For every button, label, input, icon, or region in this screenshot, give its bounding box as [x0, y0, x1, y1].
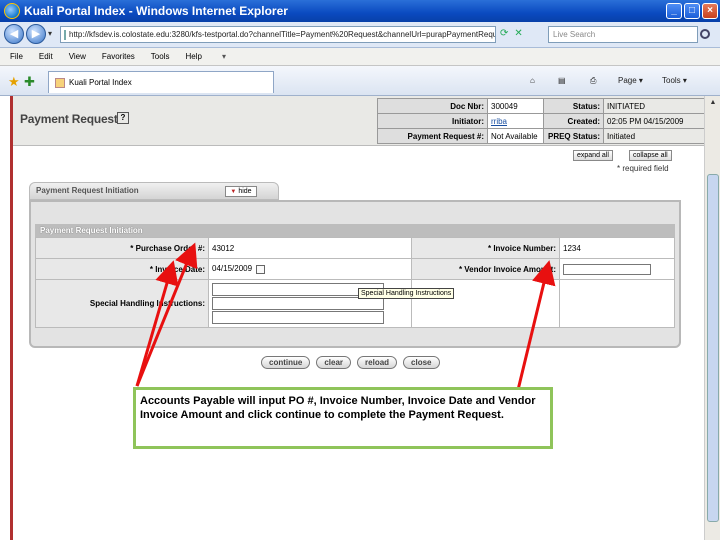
invoice-date-cell: 04/15/2009 [208, 258, 412, 280]
back-button[interactable]: ◀ [4, 24, 24, 44]
initiator-value[interactable]: rriba [487, 113, 544, 129]
info-row: Payment Request #: Not Available PREQ St… [377, 128, 704, 144]
internet-explorer-icon [4, 3, 20, 19]
special-handling-tooltip: Special Handling Instructions [358, 288, 455, 299]
purchase-order-label: * Purchase Order #: [35, 237, 209, 259]
info-row: Doc Nbr: 300049 Status: INITIATED [377, 98, 704, 114]
required-field-note: * required field [617, 164, 669, 173]
maximize-button[interactable]: □ [684, 3, 700, 19]
action-buttons: continue clear reload close [261, 356, 440, 369]
initiation-form: * Purchase Order #: 43012 * Invoice Numb… [35, 237, 675, 328]
special-handling-cell [208, 279, 412, 328]
document-header: Payment Request ? Doc Nbr: 300049 Status… [13, 96, 704, 146]
document-info-table: Doc Nbr: 300049 Status: INITIATED Initia… [377, 98, 704, 144]
empty-cell [559, 279, 675, 328]
search-icon[interactable] [700, 29, 710, 39]
hide-button[interactable]: ▼ hide [225, 186, 257, 197]
favorites-star-icon[interactable]: ★ [8, 74, 20, 90]
page-menu-button[interactable]: Page ▾ [618, 76, 643, 85]
close-window-button[interactable]: × [702, 3, 718, 19]
collapse-all-button[interactable]: collapse all [629, 150, 672, 161]
continue-button[interactable]: continue [261, 356, 311, 369]
preq-status-label: PREQ Status: [543, 128, 604, 144]
initiator-label: Initiator: [377, 113, 488, 129]
minimize-button[interactable]: _ [666, 3, 682, 19]
url-text: http://kfsdev.is.colostate.edu:3280/kfs-… [69, 30, 496, 39]
form-row: * Invoice Date: 04/15/2009 * Vendor Invo… [35, 258, 675, 280]
page-title: Payment Request [20, 112, 118, 126]
doc-nbr-value: 300049 [487, 98, 544, 114]
section-title: Payment Request Initiation [35, 224, 675, 237]
tab-label: Kuali Portal Index [69, 78, 132, 87]
vertical-scrollbar[interactable]: ▲ [704, 96, 720, 540]
tab-bar: ★ ✚ Kuali Portal Index ⌂ ▤ ⎙ Page ▾ Tool… [0, 66, 720, 96]
tools-menu-button[interactable]: Tools ▾ [662, 76, 687, 85]
payment-request-number-label: Payment Request #: [377, 128, 488, 144]
page-content: Payment Request ? Doc Nbr: 300049 Status… [10, 96, 704, 540]
history-dropdown-icon[interactable]: ▾ [48, 29, 52, 38]
doc-nbr-label: Doc Nbr: [377, 98, 488, 114]
menu-view[interactable]: View [69, 52, 86, 61]
invoice-number-field[interactable]: 1234 [559, 237, 675, 259]
reload-button[interactable]: reload [357, 356, 398, 369]
empty-cell [411, 279, 560, 328]
window-title-bar: Kuali Portal Index - Windows Internet Ex… [0, 0, 720, 22]
menu-file[interactable]: File [10, 52, 23, 61]
menu-edit[interactable]: Edit [39, 52, 53, 61]
clear-button[interactable]: clear [316, 356, 352, 369]
menu-favorites[interactable]: Favorites [102, 52, 135, 61]
calendar-icon[interactable] [256, 264, 266, 274]
vendor-invoice-amount-field[interactable] [563, 263, 651, 275]
status-label: Status: [543, 98, 604, 114]
created-value: 02:05 PM 04/15/2009 [603, 113, 704, 129]
scrollbar-thumb[interactable] [707, 174, 719, 522]
payment-request-number-value: Not Available [487, 128, 544, 144]
invoice-date-label: * Invoice Date: [35, 258, 209, 280]
menu-bar: File Edit View Favorites Tools Help ▾ [0, 48, 720, 66]
tab-kuali-portal-index[interactable]: Kuali Portal Index [48, 71, 274, 93]
address-bar: ◀ ▶ ▾ http://kfsdev.is.colostate.edu:328… [0, 22, 720, 48]
print-icon[interactable]: ⎙ [590, 76, 596, 86]
toolbar-extension-icon[interactable]: ▾ [222, 52, 226, 61]
special-handling-label: Special Handling Instructions: [35, 279, 209, 328]
refresh-stop-icons[interactable]: ⟳✕ [500, 28, 529, 39]
menu-tools[interactable]: Tools [151, 52, 170, 61]
special-handling-line-3[interactable] [212, 311, 384, 324]
help-icon[interactable]: ? [117, 112, 129, 124]
url-field[interactable]: http://kfsdev.is.colostate.edu:3280/kfs-… [60, 26, 496, 43]
invoice-number-label: * Invoice Number: [411, 237, 560, 259]
created-label: Created: [543, 113, 604, 129]
window-title: Kuali Portal Index - Windows Internet Ex… [24, 4, 288, 18]
purchase-order-field[interactable]: 43012 [208, 237, 412, 259]
menu-help[interactable]: Help [185, 52, 201, 61]
add-favorite-icon[interactable]: ✚ [24, 74, 35, 90]
vendor-invoice-amount-label: * Vendor Invoice Amount: [411, 258, 560, 280]
invoice-date-field[interactable]: 04/15/2009 [212, 264, 252, 273]
kuali-page-icon [55, 77, 65, 88]
feeds-icon[interactable]: ▤ [558, 76, 566, 85]
forward-button[interactable]: ▶ [26, 24, 46, 44]
expand-all-button[interactable]: expand all [573, 150, 613, 161]
close-button[interactable]: close [403, 356, 440, 369]
status-value: INITIATED [603, 98, 704, 114]
hide-label: hide [238, 188, 252, 195]
info-row: Initiator: rriba Created: 02:05 PM 04/15… [377, 113, 704, 129]
home-icon[interactable]: ⌂ [530, 76, 535, 85]
form-row: Special Handling Instructions: [35, 279, 675, 328]
search-input[interactable]: Live Search [548, 26, 698, 43]
scroll-up-icon[interactable]: ▲ [707, 98, 719, 108]
preq-status-value: Initiated [603, 128, 704, 144]
form-row: * Purchase Order #: 43012 * Invoice Numb… [35, 237, 675, 259]
triangle-down-icon: ▼ [230, 189, 237, 195]
annotation-callout: Accounts Payable will input PO #, Invoic… [133, 387, 553, 449]
page-icon [64, 29, 66, 40]
vendor-invoice-amount-cell [559, 258, 675, 280]
